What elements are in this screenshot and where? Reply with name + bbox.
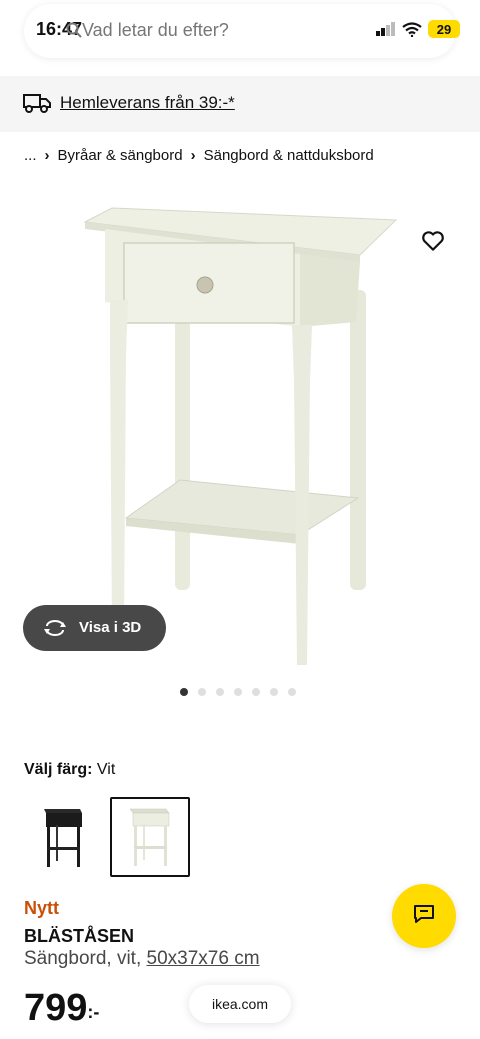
carousel-dot[interactable] xyxy=(180,688,188,696)
color-selected-value: Vit xyxy=(96,761,116,778)
heart-icon[interactable] xyxy=(420,228,446,254)
price-value: 799 xyxy=(24,987,88,1029)
status-indicators: 29 xyxy=(376,19,460,39)
delivery-link[interactable]: Hemleverans från 39:-* xyxy=(60,93,235,113)
wifi-icon xyxy=(402,21,422,37)
browser-url: ikea.com xyxy=(211,996,269,1012)
view-in-3d-button[interactable]: Visa i 3D xyxy=(23,605,166,651)
breadcrumb: ... › Byråar & sängbord › Sängbord & nat… xyxy=(24,147,374,164)
carousel-indicator xyxy=(180,688,296,696)
truck-icon xyxy=(23,92,51,114)
delivery-banner: Hemleverans från 39:-* xyxy=(0,76,480,132)
view-in-3d-label: Visa i 3D xyxy=(79,619,142,636)
product-name: BLÄSTÅSEN xyxy=(24,926,135,946)
color-swatch-white[interactable] xyxy=(110,797,190,877)
price-suffix: :- xyxy=(87,1002,100,1022)
chat-button[interactable] xyxy=(392,884,456,948)
signal-icon xyxy=(376,22,395,36)
new-badge: Nytt xyxy=(24,898,59,918)
chevron-right-icon: › xyxy=(44,147,50,164)
color-label-prefix: Välj färg: xyxy=(24,761,93,778)
carousel-dot[interactable] xyxy=(234,688,242,696)
product-description: Sängbord, vit, 50x37x76 cm xyxy=(24,948,260,970)
product-price: 799 :- xyxy=(24,986,99,1030)
color-selector-label: Välj färg: Vit xyxy=(24,761,115,779)
breadcrumb-ellipsis[interactable]: ... xyxy=(24,147,37,164)
chat-icon xyxy=(412,902,436,931)
breadcrumb-item-category[interactable]: Byråar & sängbord xyxy=(58,147,183,164)
color-swatch-black[interactable] xyxy=(24,797,104,877)
battery-indicator: 29 xyxy=(428,20,460,38)
carousel-dot[interactable] xyxy=(288,688,296,696)
carousel-dot[interactable] xyxy=(198,688,206,696)
search-input[interactable]: Vad letar du efter? xyxy=(82,20,229,41)
browser-url-bar[interactable]: ikea.com xyxy=(189,985,291,1023)
breadcrumb-item-subcategory[interactable]: Sängbord & nattduksbord xyxy=(204,147,374,164)
chevron-right-icon: › xyxy=(190,147,196,164)
product-type: Sängbord, vit, xyxy=(24,948,147,969)
search-icon xyxy=(66,22,82,38)
carousel-dot[interactable] xyxy=(270,688,278,696)
carousel-dot[interactable] xyxy=(252,688,260,696)
product-dimensions-link[interactable]: 50x37x76 cm xyxy=(147,948,260,969)
carousel-dot[interactable] xyxy=(216,688,224,696)
rotate-3d-icon xyxy=(43,618,67,638)
